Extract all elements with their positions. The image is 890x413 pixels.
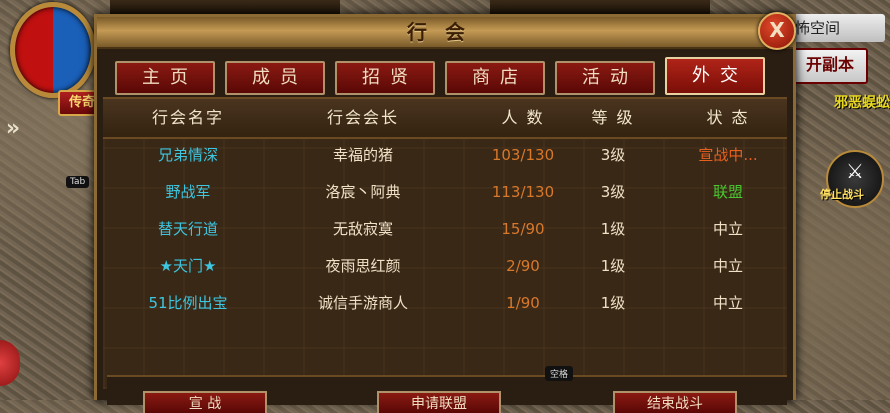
expand-arrow-icon[interactable]: » (2, 116, 24, 144)
diplomacy-status: 联盟 (712, 183, 743, 201)
side-red-button[interactable] (0, 340, 20, 386)
guild-level: 1级 (600, 257, 626, 275)
open-dungeon-button[interactable]: 开副本 (792, 48, 868, 84)
guild-level: 3级 (600, 183, 626, 201)
end-war-button[interactable]: 结束战斗 (613, 391, 737, 413)
diplomacy-status: 中立 (712, 220, 743, 238)
top-status-bar (110, 0, 340, 15)
table-row[interactable]: ★天门★ 夜雨思红颜 2/90 1级 中立 (103, 248, 787, 285)
stop-fight-label[interactable]: 停止战斗 (820, 186, 864, 202)
guild-leader: 洛宸丶阿典 (325, 183, 401, 201)
guild-name: 兄弟情深 (157, 146, 218, 164)
guild-leader: 幸福的猪 (332, 146, 393, 164)
title-bar: 行会 (97, 17, 793, 49)
guild-level: 3级 (600, 146, 626, 164)
guild-level: 1级 (600, 220, 626, 238)
table-row[interactable]: 兄弟情深 幸福的猪 103/130 3级 宣战中... (103, 137, 787, 174)
tab-diplomacy[interactable]: 外交 (665, 57, 765, 95)
panel-title: 行会 (407, 20, 483, 44)
tab-home[interactable]: 主页 (115, 61, 215, 95)
column-header-status: 状 态 (706, 108, 750, 127)
tab-bar: 主页 成员 招贤 商店 活动 外交 (115, 57, 785, 97)
close-button[interactable]: X (758, 12, 796, 50)
monster-name-label: 邪恶蜈蚣 (834, 95, 890, 111)
tab-recruit[interactable]: 招贤 (335, 61, 435, 95)
diplomacy-status: 宣战中... (698, 146, 758, 164)
tab-members[interactable]: 成员 (225, 61, 325, 95)
guild-name: ★天门★ (159, 257, 217, 275)
guild-table: 行会名字 行会会长 人 数 等 级 状 态 兄弟情深 幸福的猪 103/130 … (103, 97, 787, 389)
guild-leader: 夜雨思红颜 (325, 257, 401, 275)
column-header-guild-leader: 行会会长 (326, 108, 399, 127)
tab-shop[interactable]: 商店 (445, 61, 545, 95)
table-row[interactable]: 野战军 洛宸丶阿典 113/130 3级 联盟 (103, 174, 787, 211)
guild-name: 野战军 (165, 183, 211, 201)
space-button[interactable]: 怖空间 (785, 14, 885, 42)
action-bar: 宣 战 申请联盟 结束战斗 (107, 375, 787, 413)
declare-war-button[interactable]: 宣 战 (143, 391, 267, 413)
tab-events[interactable]: 活动 (555, 61, 655, 95)
diplomacy-status: 中立 (712, 257, 743, 275)
diplomacy-status: 中立 (712, 294, 743, 312)
guild-name: 替天行道 (157, 220, 218, 238)
column-header-guild-name: 行会名字 (151, 108, 224, 127)
tab-key-hint: Tab (66, 176, 90, 188)
top-status-bar-right (490, 0, 710, 15)
column-header-level: 等 级 (591, 108, 635, 127)
table-row[interactable]: 替天行道 无敌寂寞 15/90 1级 中立 (103, 211, 787, 248)
guild-leader: 无敌寂寞 (332, 220, 393, 238)
space-key-hint: 空格 (545, 366, 574, 381)
request-alliance-button[interactable]: 申请联盟 (377, 391, 501, 413)
table-row[interactable]: 51比例出宝 诚信手游商人 1/90 1级 中立 (103, 285, 787, 322)
health-mana-orb (10, 2, 96, 98)
guild-level: 1级 (600, 294, 626, 312)
table-header: 行会名字 行会会长 人 数 等 级 状 态 (103, 99, 787, 139)
guild-panel: 行会 主页 成员 招贤 商店 活动 外交 行会名字 行会会长 人 数 等 级 状… (94, 14, 796, 413)
guild-name: 51比例出宝 (148, 294, 228, 312)
guild-leader: 诚信手游商人 (317, 294, 408, 312)
